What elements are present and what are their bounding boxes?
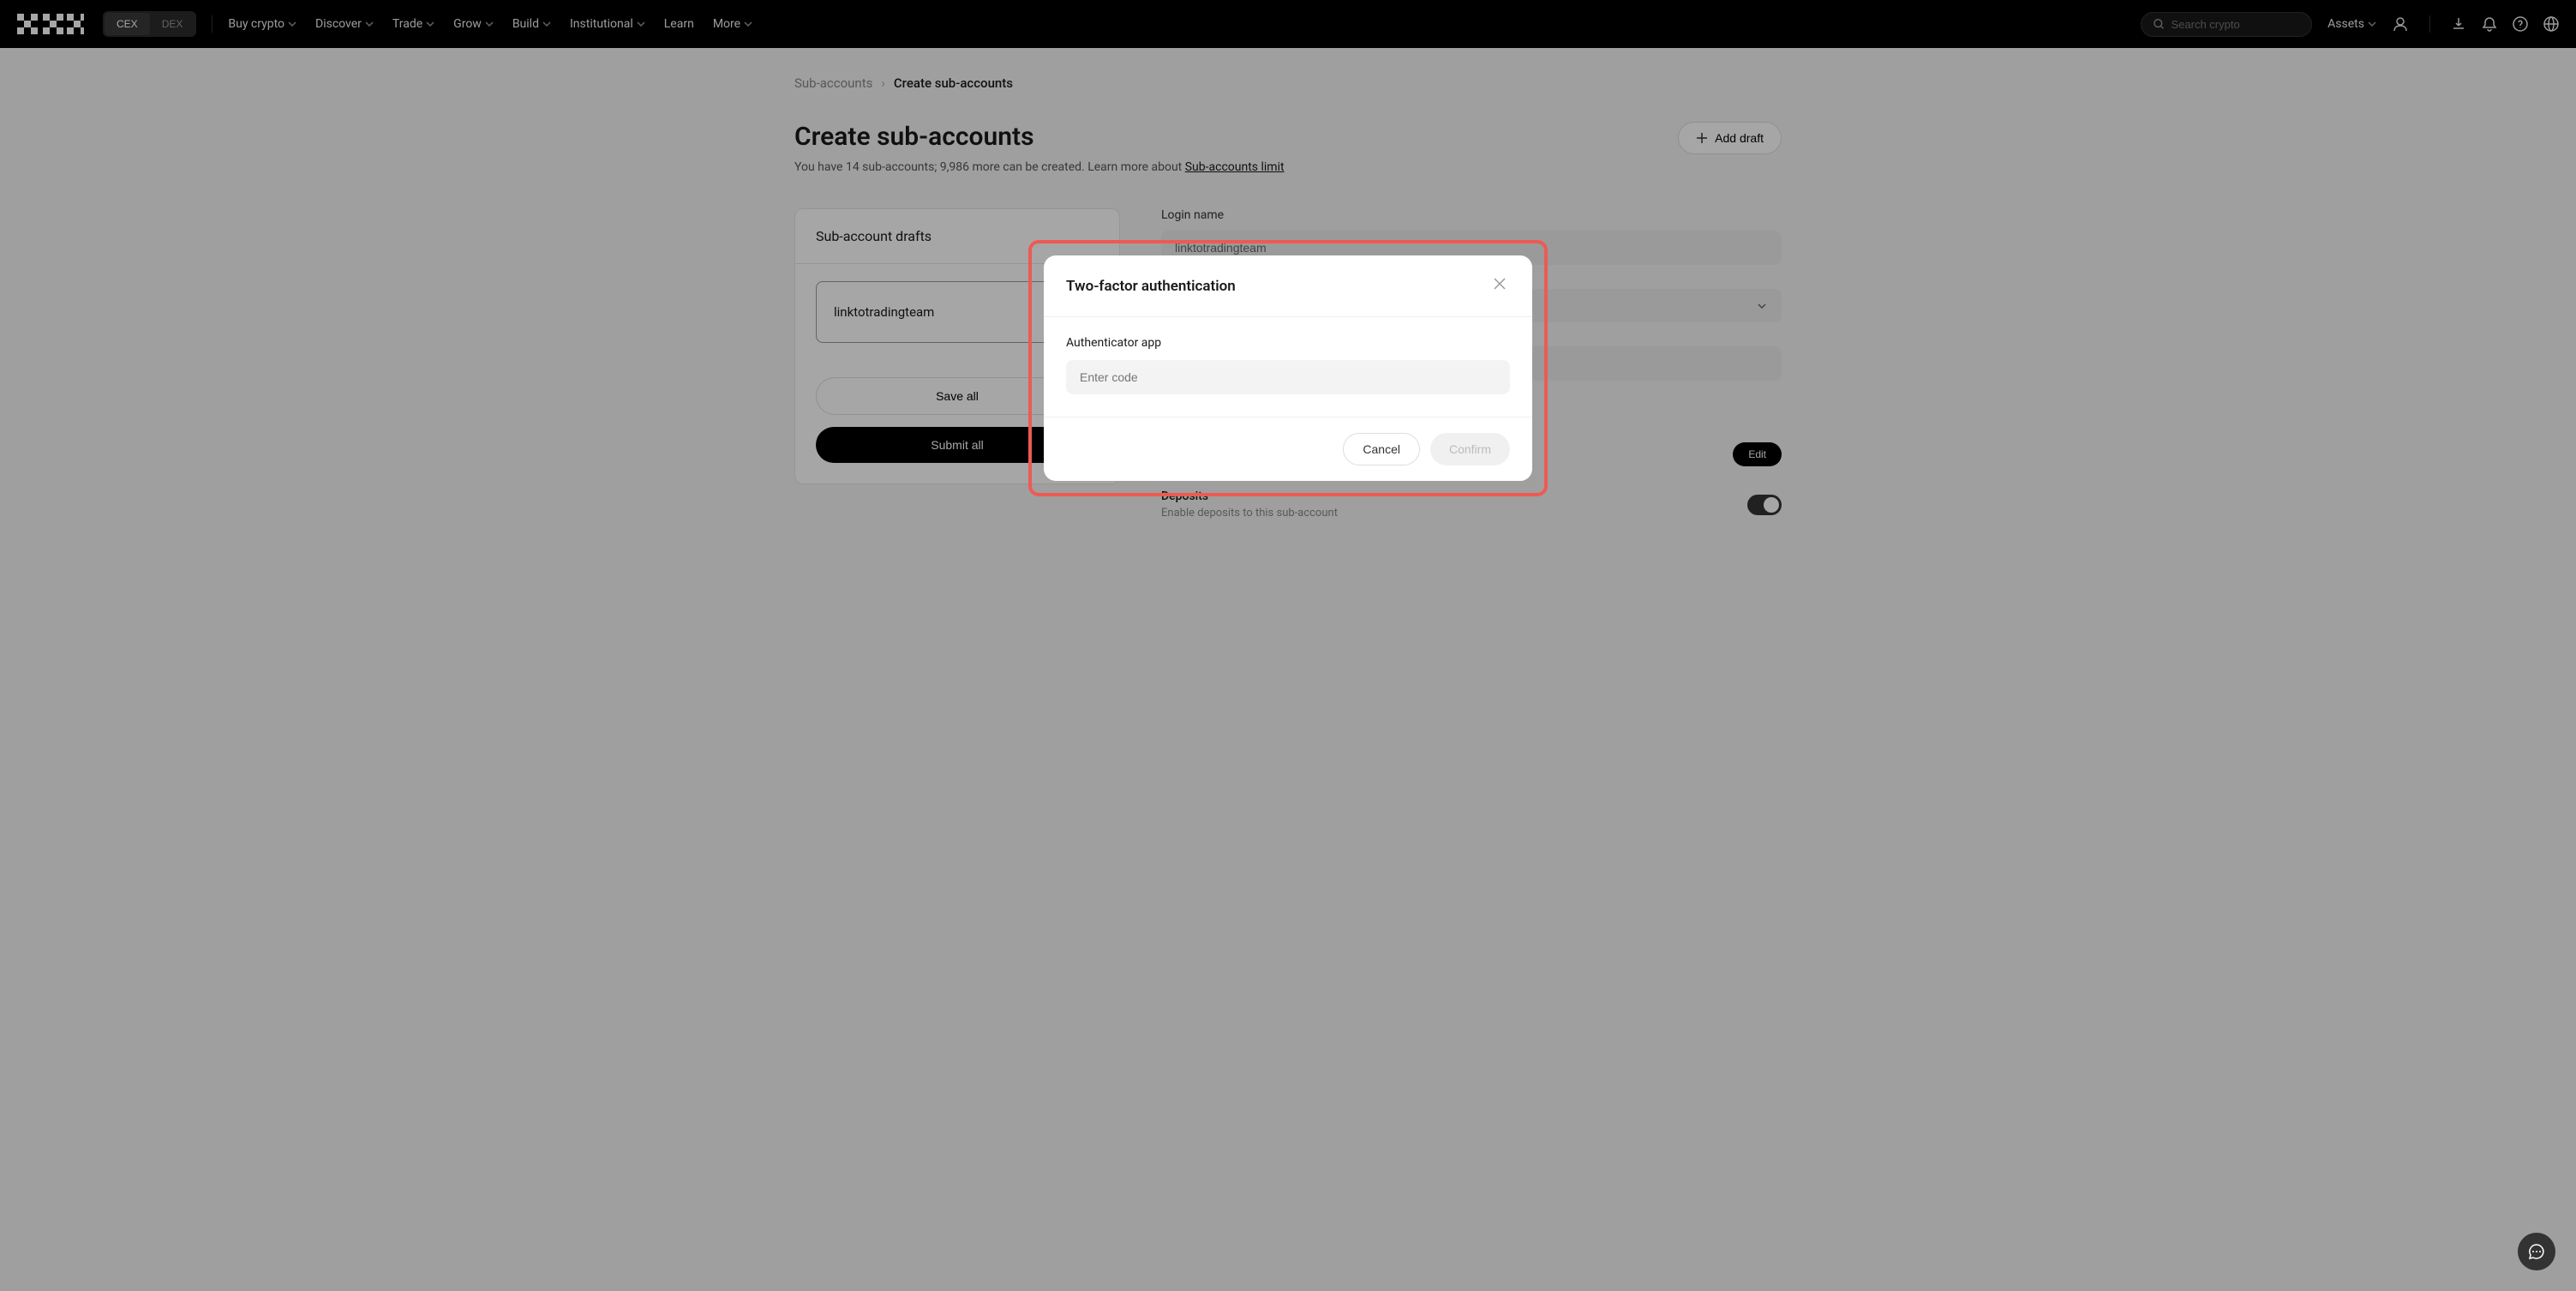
modal-title: Two-factor authentication xyxy=(1066,278,1236,295)
close-button[interactable] xyxy=(1489,273,1510,299)
modal-footer: Cancel Confirm xyxy=(1044,417,1532,481)
two-factor-modal: Two-factor authentication Authenticator … xyxy=(1044,255,1532,481)
chat-icon xyxy=(2528,1243,2545,1260)
authenticator-label: Authenticator app xyxy=(1066,336,1510,350)
modal-body: Authenticator app xyxy=(1044,317,1532,417)
close-icon xyxy=(1493,277,1507,291)
confirm-button[interactable]: Confirm xyxy=(1430,433,1510,465)
cancel-button[interactable]: Cancel xyxy=(1343,433,1420,465)
modal-overlay: Two-factor authentication Authenticator … xyxy=(0,0,2576,1291)
modal-highlight: Two-factor authentication Authenticator … xyxy=(1028,240,1548,496)
modal-header: Two-factor authentication xyxy=(1044,255,1532,317)
chat-fab[interactable] xyxy=(2518,1233,2555,1270)
code-input[interactable] xyxy=(1066,360,1510,394)
